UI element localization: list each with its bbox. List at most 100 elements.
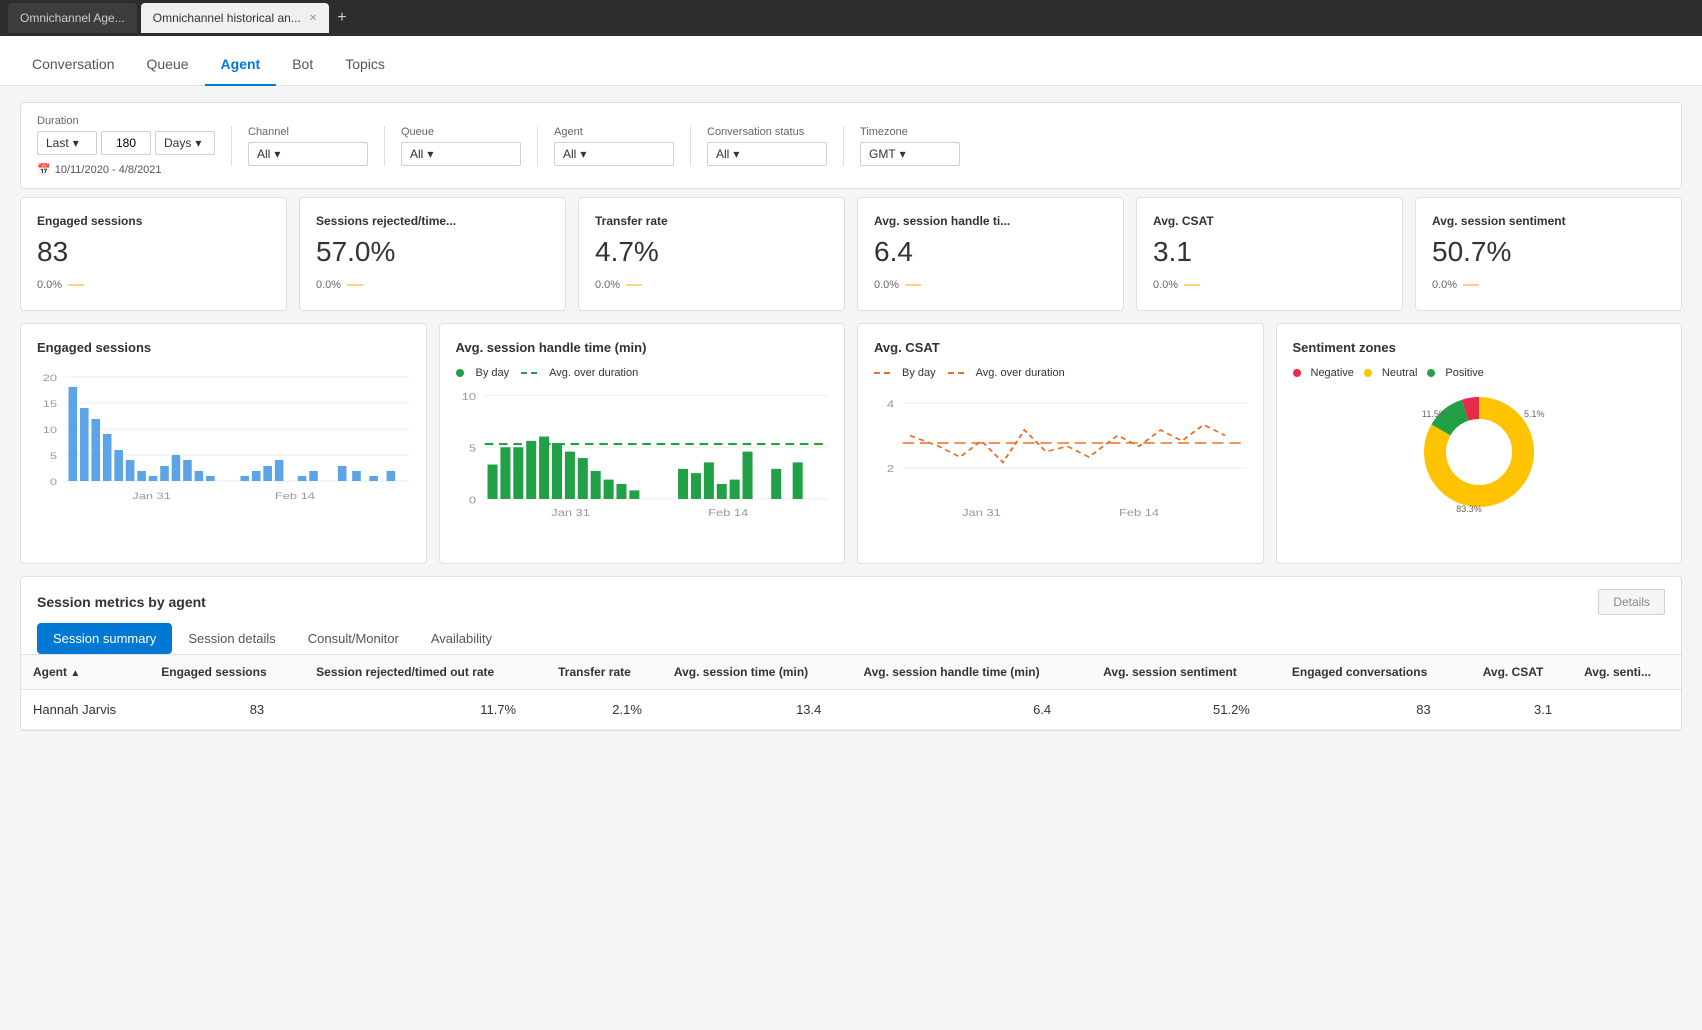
chevron-down-icon: ▾ xyxy=(733,147,739,161)
legend-label-avg: Avg. over duration xyxy=(549,367,638,379)
nav-queue[interactable]: Queue xyxy=(131,44,205,86)
col-transfer-rate: Transfer rate xyxy=(546,655,662,690)
card-title: Avg. session handle ti... xyxy=(874,214,1107,228)
svg-text:10: 10 xyxy=(43,426,57,436)
card-footer: 0.0% — xyxy=(316,276,549,294)
chart-title: Engaged sessions xyxy=(37,340,410,355)
cell-avg-csat: 3.1 xyxy=(1471,690,1572,730)
chart-title: Sentiment zones xyxy=(1293,340,1666,355)
card-engaged-sessions: Engaged sessions 83 0.0% — xyxy=(20,197,287,311)
sub-tab-session-summary[interactable]: Session summary xyxy=(37,623,172,654)
legend-dash-byday xyxy=(874,372,890,374)
filter-divider-2 xyxy=(384,126,385,166)
card-footer: 0.0% — xyxy=(1432,276,1665,294)
details-button[interactable]: Details xyxy=(1598,589,1665,615)
chevron-down-icon: ▾ xyxy=(274,147,280,161)
legend-dot-positive xyxy=(1427,369,1435,377)
table-header-row-tr: Agent ▲ Engaged sessions Session rejecte… xyxy=(21,655,1681,690)
table-thead: Agent ▲ Engaged sessions Session rejecte… xyxy=(21,655,1681,690)
duration-filter: Duration Last ▾ Days ▾ 📅 10/11/2020 - 4/… xyxy=(37,115,215,176)
duration-inputs: Last ▾ Days ▾ xyxy=(37,131,215,155)
duration-unit-select[interactable]: Days ▾ xyxy=(155,131,215,155)
engaged-sessions-svg: 20 15 10 5 0 xyxy=(37,367,410,507)
svg-text:2: 2 xyxy=(887,464,894,474)
app-container: Conversation Queue Agent Bot Topics Dura… xyxy=(0,36,1702,1030)
queue-label: Queue xyxy=(401,126,521,138)
browser-tab-2[interactable]: Omnichannel historical an... ✕ xyxy=(141,3,329,33)
dash-indicator: — xyxy=(626,276,642,294)
main-content: Duration Last ▾ Days ▾ 📅 10/11/2020 - 4/… xyxy=(0,86,1702,1030)
chart-area: 4 2 Jan 31 Feb 14 xyxy=(874,387,1247,547)
nav-conversation[interactable]: Conversation xyxy=(16,44,131,86)
engaged-sessions-chart: Engaged sessions 20 15 10 5 0 xyxy=(20,323,427,564)
col-avg-handle-time: Avg. session handle time (min) xyxy=(851,655,1091,690)
legend-label-neutral: Neutral xyxy=(1382,367,1417,379)
svg-text:15: 15 xyxy=(43,400,57,410)
col-avg-csat: Avg. CSAT xyxy=(1471,655,1572,690)
donut-svg: 5.1% 11.5% 83.3% xyxy=(1404,387,1554,517)
channel-label: Channel xyxy=(248,126,368,138)
duration-value-input[interactable] xyxy=(101,131,151,155)
card-title: Avg. session sentiment xyxy=(1432,214,1665,228)
cell-avg-sentiment: 51.2% xyxy=(1091,690,1280,730)
col-agent: Agent ▲ xyxy=(21,655,149,690)
card-footer: 0.0% — xyxy=(595,276,828,294)
svg-text:Feb 14: Feb 14 xyxy=(275,492,315,502)
queue-select[interactable]: All ▾ xyxy=(401,142,521,166)
col-avg-senti-abbr: Avg. senti... xyxy=(1572,655,1681,690)
top-nav: Conversation Queue Agent Bot Topics xyxy=(0,36,1702,86)
card-value: 6.4 xyxy=(874,236,1107,268)
sentiment-zones-chart: Sentiment zones Negative Neutral Positiv… xyxy=(1276,323,1683,564)
handle-time-svg: 10 5 0 xyxy=(456,387,829,527)
dash-indicator: — xyxy=(1463,276,1479,294)
nav-bot[interactable]: Bot xyxy=(276,44,329,86)
cell-avg-session-time: 13.4 xyxy=(662,690,851,730)
chart-legend: Negative Neutral Positive xyxy=(1293,367,1666,379)
conversation-status-select[interactable]: All ▾ xyxy=(707,142,827,166)
timezone-select[interactable]: GMT ▾ xyxy=(860,142,960,166)
filter-divider-3 xyxy=(537,126,538,166)
dash-indicator: — xyxy=(905,276,921,294)
card-title: Sessions rejected/time... xyxy=(316,214,549,228)
duration-preset-select[interactable]: Last ▾ xyxy=(37,131,97,155)
svg-text:Jan 31: Jan 31 xyxy=(962,509,1001,519)
sort-icon[interactable]: ▲ xyxy=(70,668,80,679)
agent-select[interactable]: All ▾ xyxy=(554,142,674,166)
svg-text:5: 5 xyxy=(468,444,475,454)
filter-divider-5 xyxy=(843,126,844,166)
nav-topics[interactable]: Topics xyxy=(329,44,401,86)
card-avg-handle-time: Avg. session handle ti... 6.4 0.0% — xyxy=(857,197,1124,311)
browser-chrome: Omnichannel Age... Omnichannel historica… xyxy=(0,0,1702,36)
card-change: 0.0% xyxy=(874,279,899,291)
card-footer: 0.0% — xyxy=(37,276,270,294)
sub-tab-consult-monitor[interactable]: Consult/Monitor xyxy=(292,623,415,654)
legend-dot-negative xyxy=(1293,369,1301,377)
conversation-status-label: Conversation status xyxy=(707,126,827,138)
legend-label-positive: Positive xyxy=(1445,367,1484,379)
tab-2-close-icon[interactable]: ✕ xyxy=(309,13,317,24)
label-positive-pct: 5.1% xyxy=(1524,409,1545,419)
nav-agent[interactable]: Agent xyxy=(205,44,277,86)
channel-select[interactable]: All ▾ xyxy=(248,142,368,166)
svg-text:5: 5 xyxy=(50,452,57,462)
browser-tab-1[interactable]: Omnichannel Age... xyxy=(8,3,137,33)
date-range: 📅 10/11/2020 - 4/8/2021 xyxy=(37,163,215,176)
chart-area: 20 15 10 5 0 xyxy=(37,367,410,527)
card-change: 0.0% xyxy=(37,279,62,291)
sub-tab-availability[interactable]: Availability xyxy=(415,623,508,654)
col-engaged-conversations: Engaged conversations xyxy=(1280,655,1471,690)
cell-agent: Hannah Jarvis xyxy=(21,690,149,730)
legend-label-byday: By day xyxy=(902,367,936,379)
card-change: 0.0% xyxy=(1153,279,1178,291)
svg-text:0: 0 xyxy=(468,496,475,506)
sub-tab-session-details[interactable]: Session details xyxy=(172,623,291,654)
add-tab-icon[interactable]: + xyxy=(337,9,346,27)
col-avg-sentiment: Avg. session sentiment xyxy=(1091,655,1280,690)
card-footer: 0.0% — xyxy=(874,276,1107,294)
tab-2-label: Omnichannel historical an... xyxy=(153,11,301,25)
summary-cards-row: Engaged sessions 83 0.0% — Sessions reje… xyxy=(20,197,1682,311)
svg-text:Jan 31: Jan 31 xyxy=(551,509,590,519)
card-transfer-rate: Transfer rate 4.7% 0.0% — xyxy=(578,197,845,311)
table-container: Agent ▲ Engaged sessions Session rejecte… xyxy=(21,655,1681,730)
card-sessions-rejected: Sessions rejected/time... 57.0% 0.0% — xyxy=(299,197,566,311)
